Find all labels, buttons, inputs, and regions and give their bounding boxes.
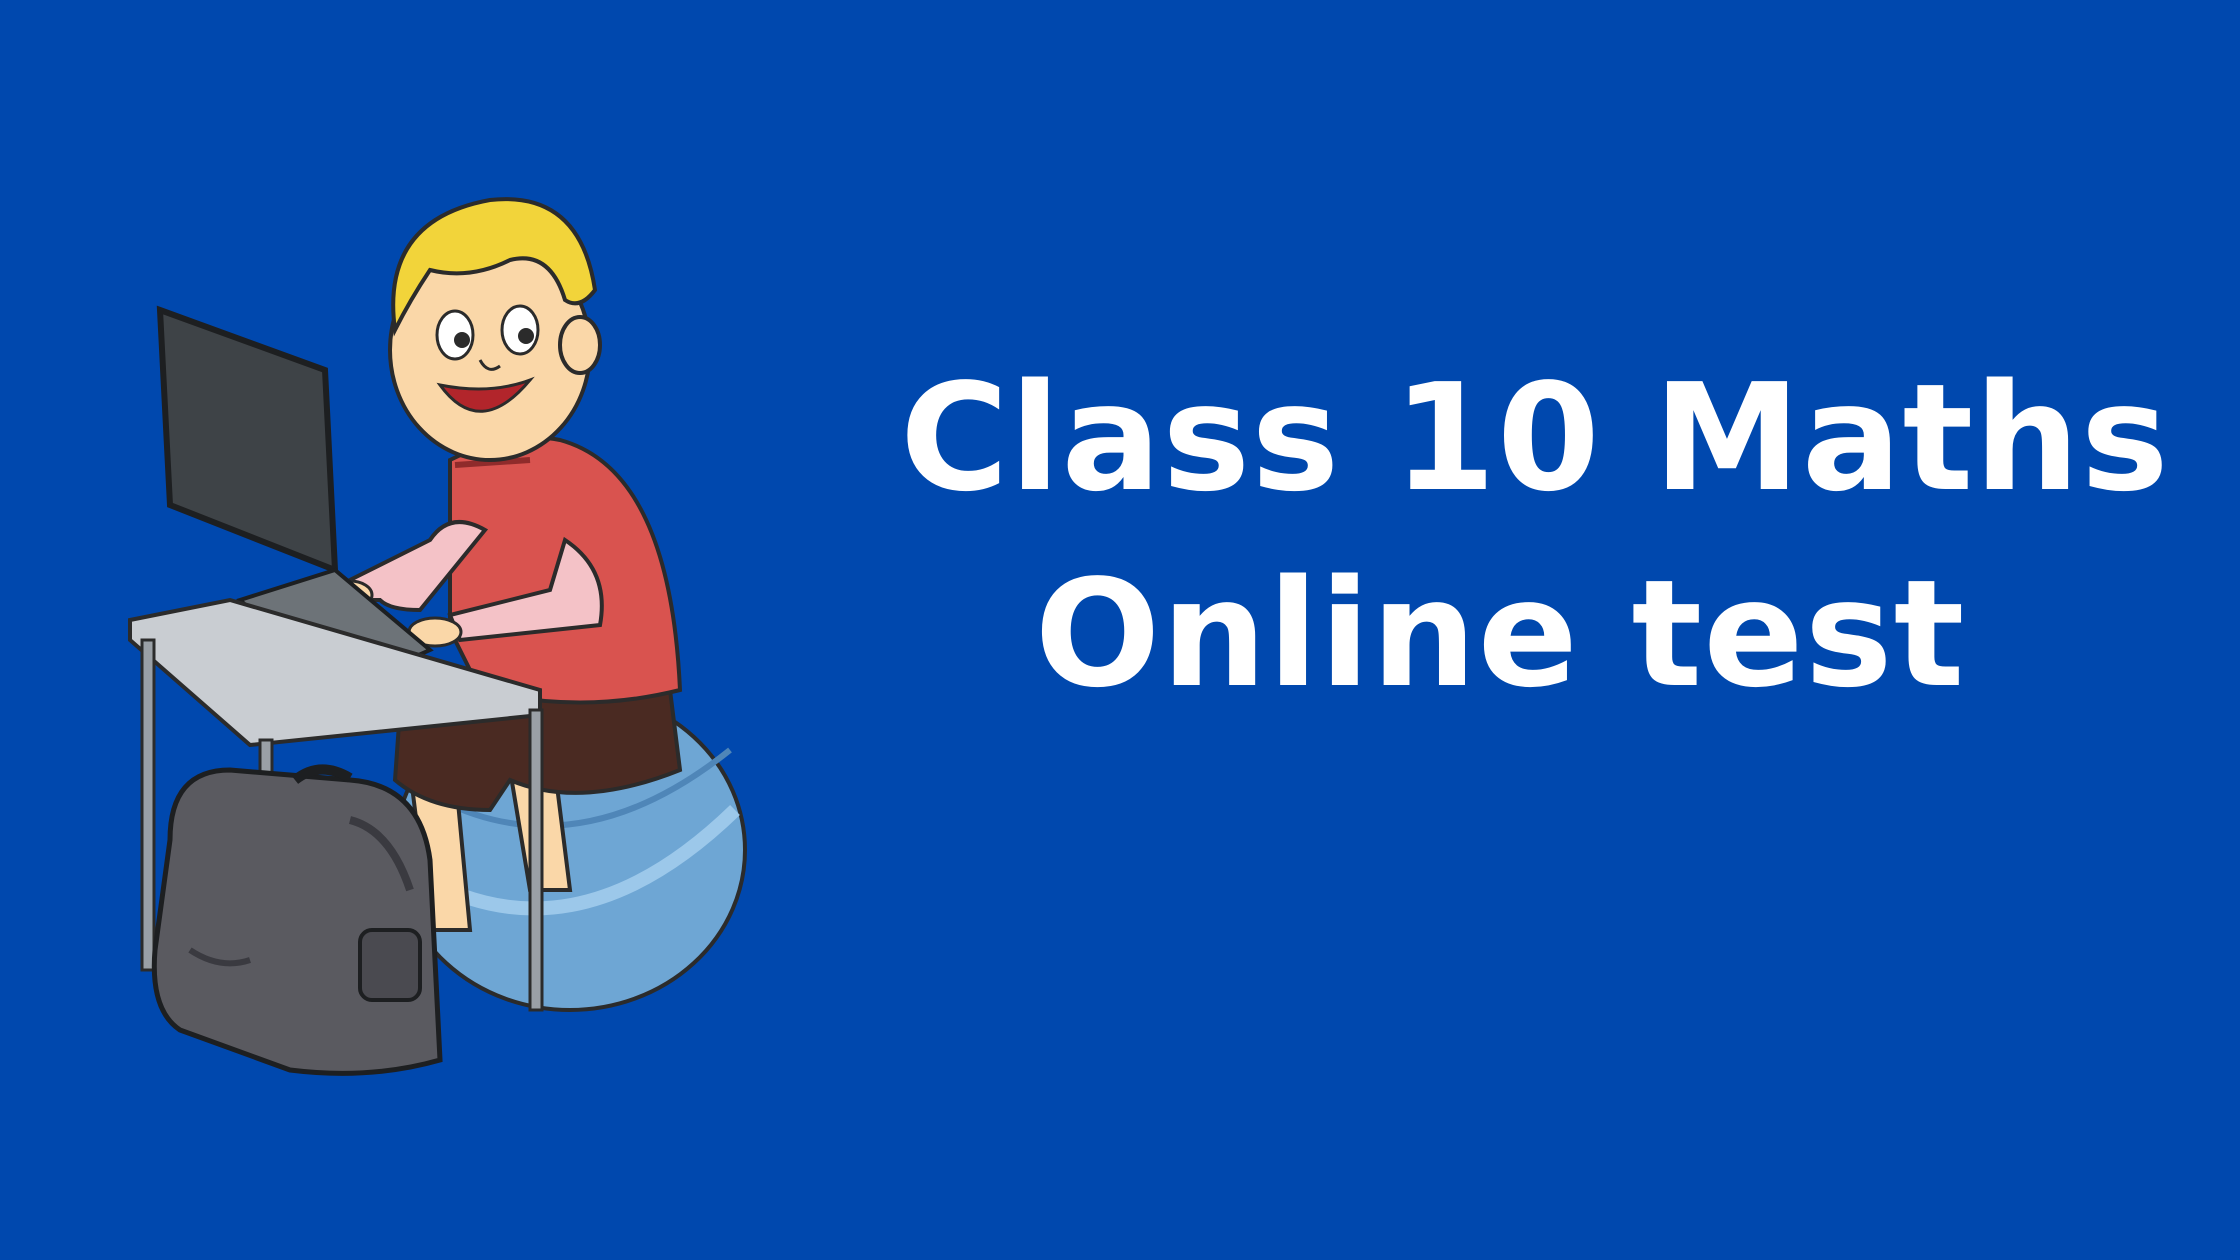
title-line-2: Online test xyxy=(1034,548,1966,720)
student-laptop-illustration xyxy=(110,170,750,1090)
student-laptop-icon xyxy=(128,197,747,1076)
title-line-1: Class 10 Maths xyxy=(900,352,2170,524)
title-block: Class 10 Maths Online test xyxy=(900,340,2170,732)
